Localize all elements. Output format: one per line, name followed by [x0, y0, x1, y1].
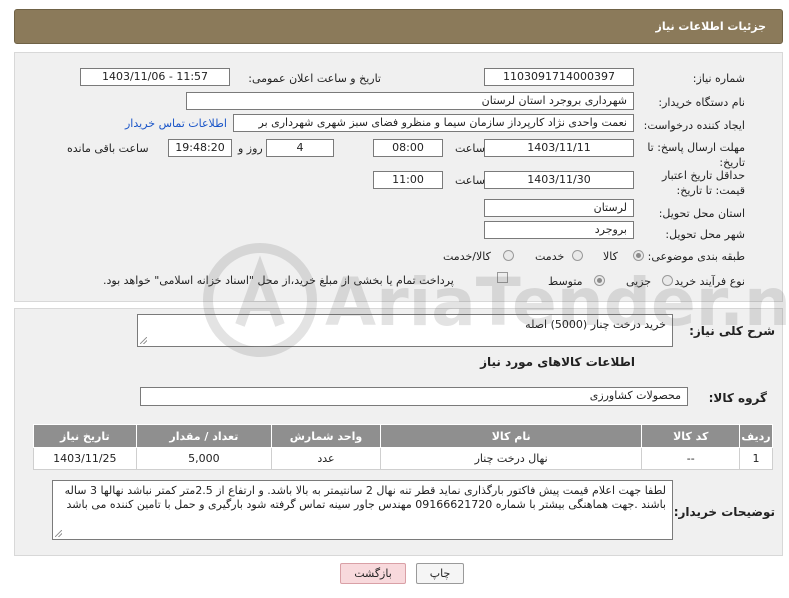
validity-time-field: 11:00 — [373, 171, 443, 189]
col-quantity: تعداد / مقدار — [135, 424, 273, 448]
cell-need-date: 1403/11/25 — [33, 447, 137, 470]
buyer-org-label: نام دستگاه خریدار: — [658, 96, 745, 109]
goods-table: ردیف کد کالا نام کالا واحد شمارش تعداد /… — [33, 424, 774, 470]
validity-date-field: 1403/11/30 — [484, 171, 634, 189]
city-label: شهر محل تحویل: — [665, 228, 745, 241]
process-minor-label: جزیی — [626, 275, 652, 288]
table-header-row: ردیف کد کالا نام کالا واحد شمارش تعداد /… — [33, 424, 774, 448]
announce-label: تاریخ و ساعت اعلان عمومی: — [248, 72, 381, 85]
process-medium-radio[interactable] — [594, 275, 605, 286]
creator-label: ایجاد کننده درخواست: — [643, 119, 745, 132]
treasury-payment-checkbox[interactable] — [497, 272, 508, 283]
validity-time-label: ساعت — [455, 174, 485, 187]
category-goods-radio[interactable] — [633, 250, 644, 261]
category-label: طبقه بندی موضوعی: — [647, 250, 745, 263]
category-service-radio[interactable] — [572, 250, 583, 261]
province-field: لرستان — [484, 199, 634, 217]
print-button[interactable]: چاپ — [416, 563, 464, 584]
category-goods-label: کالا — [603, 250, 618, 263]
cell-quantity: 5,000 — [135, 447, 273, 470]
category-goods-service-radio[interactable] — [503, 250, 514, 261]
process-label: نوع فرآیند خرید : — [667, 275, 745, 288]
treasury-payment-note: پرداخت تمام یا بخشی از مبلغ خرید،از محل … — [103, 274, 454, 287]
need-number-field: 1103091714000397 — [484, 68, 634, 86]
table-row: 1 -- نهال درخت چنار عدد 5,000 1403/11/25 — [33, 447, 774, 470]
need-number-label: شماره نیاز: — [692, 72, 745, 85]
days-field: 4 — [266, 139, 334, 157]
category-goods-service-label: کالا/خدمت — [443, 250, 491, 263]
col-need-date: تاریخ نیاز — [33, 424, 137, 448]
summary-label: شرح کلی نیاز: — [689, 324, 775, 338]
remaining-label: ساعت باقی مانده — [67, 142, 149, 155]
col-goods-name: نام کالا — [379, 424, 643, 448]
summary-textarea: خرید درخت چنار (5000) اصله — [137, 314, 673, 347]
buyer-notes-label: توضیحات خریدار: — [673, 505, 775, 519]
col-unit: واحد شمارش — [271, 424, 381, 448]
contact-info-link[interactable]: اطلاعات تماس خریدار — [125, 117, 227, 130]
buyer-notes-textarea: لطفا جهت اعلام قیمت پیش فاکتور بارگذاری … — [52, 480, 673, 540]
remaining-time-field: 19:48:20 — [168, 139, 232, 157]
category-service-label: خدمت — [535, 250, 565, 263]
buyer-org-field: شهرداری بروجرد استان لرستان — [186, 92, 634, 110]
back-button[interactable]: بازگشت — [340, 563, 406, 584]
goods-info-title: اطلاعات کالاهای مورد نیاز — [480, 355, 635, 369]
page-title: جزئیات اطلاعات نیاز — [655, 20, 767, 33]
cell-goods-name: نهال درخت چنار — [379, 447, 643, 470]
deadline-time-field: 08:00 — [373, 139, 443, 157]
deadline-label: مهلت ارسال پاسخ: تا تاریخ: — [647, 141, 745, 169]
summary-text: خرید درخت چنار (5000) اصله — [525, 318, 666, 331]
process-minor-radio[interactable] — [662, 275, 673, 286]
cell-row-number: 1 — [738, 447, 774, 470]
deadline-date-field: 1403/11/11 — [484, 139, 634, 157]
deadline-time-label: ساعت — [455, 142, 485, 155]
process-medium-label: متوسط — [548, 275, 583, 288]
col-row-number: ردیف — [738, 424, 774, 448]
resize-handle-icon[interactable] — [140, 337, 147, 344]
buyer-notes-text: لطفا جهت اعلام قیمت پیش فاکتور بارگذاری … — [64, 484, 666, 511]
resize-handle-icon[interactable] — [55, 530, 62, 537]
province-label: استان محل تحویل: — [658, 207, 745, 220]
page-header: جزئیات اطلاعات نیاز — [14, 9, 783, 44]
goods-group-field: محصولات کشاورزی — [140, 387, 688, 406]
creator-field: نعمت واحدی نژاد کارپرداز سازمان سیما و م… — [233, 114, 634, 132]
col-goods-code: کد کالا — [641, 424, 740, 448]
validity-label: حداقل تاریخ اعتبار قیمت: تا تاریخ: — [661, 169, 745, 197]
announce-field: 1403/11/06 - 11:57 — [80, 68, 230, 86]
city-field: بروجرد — [484, 221, 634, 239]
goods-group-label: گروه کالا: — [708, 391, 767, 405]
cell-goods-code: -- — [641, 447, 740, 470]
days-label: روز و — [238, 142, 263, 155]
cell-unit: عدد — [271, 447, 381, 470]
